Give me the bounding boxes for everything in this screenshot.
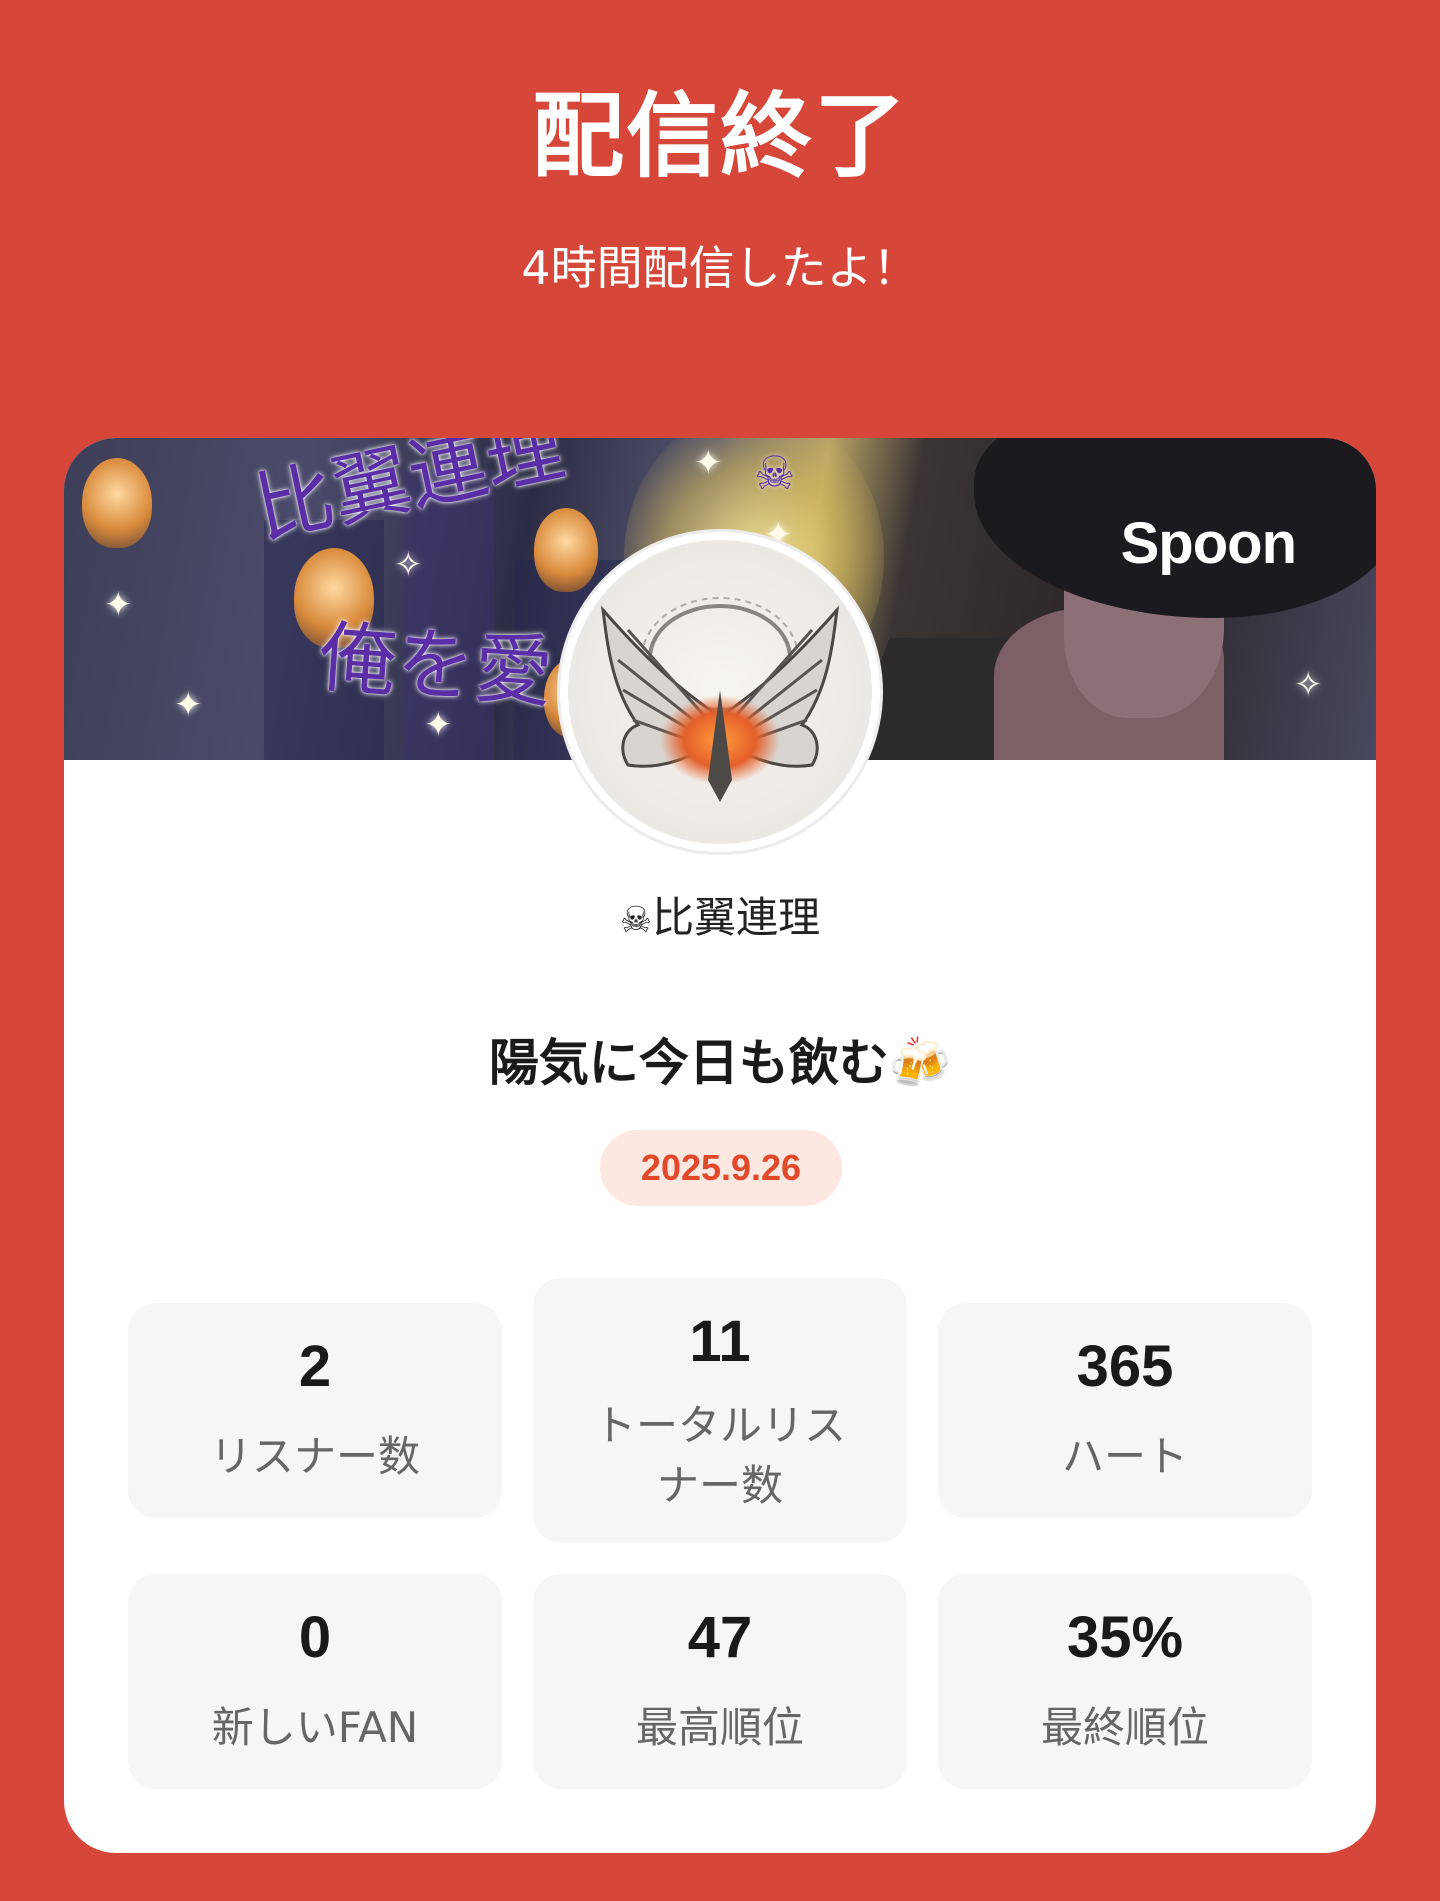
stat-total-listeners: 11 トータルリスナー数 — [533, 1278, 907, 1543]
stat-label: 最終順位 — [1040, 1703, 1209, 1752]
stat-new-fans: 0 新しいFAN — [128, 1574, 502, 1789]
skull-wings-icon: ☠ — [619, 900, 653, 941]
stat-value: 11 — [689, 1309, 751, 1374]
summary-card: ✦ ✦ ✧ ✦ ✦ ✦ ✧ 比翼連理 俺を愛 ☠ Spoon ☠比翼連理 陽気に… — [64, 438, 1376, 1853]
stat-value: 0 — [298, 1605, 332, 1670]
stat-value: 35% — [1066, 1605, 1184, 1670]
date-badge: 2025.9.26 — [600, 1130, 842, 1206]
username-text: 比翼連理 — [652, 893, 821, 942]
winged-halo-icon — [600, 597, 840, 802]
stream-ended-screen: 配信終了 4時間配信したよ！ ✦ ✦ ✧ ✦ ✦ ✦ ✧ 比翼連理 俺を愛 ☠ — [0, 0, 1440, 1901]
stat-label: ハート — [1061, 1432, 1188, 1481]
stat-value: 47 — [687, 1605, 753, 1670]
stat-value: 365 — [1076, 1334, 1174, 1399]
stat-value: 2 — [298, 1334, 332, 1399]
stat-label: 最高順位 — [635, 1703, 804, 1752]
wing-skull-icon: ☠ — [754, 446, 796, 500]
avatar[interactable] — [560, 532, 880, 852]
stat-hearts: 365 ハート — [938, 1303, 1312, 1518]
stat-label: トータルリスナー数 — [593, 1401, 846, 1510]
spoon-logo: Spoon — [1120, 511, 1297, 576]
stream-title: 陽気に今日も飲む🍻 — [488, 1034, 952, 1092]
stat-label: リスナー数 — [209, 1432, 420, 1481]
duration-message: 4時間配信したよ！ — [521, 241, 919, 295]
page-title: 配信終了 — [531, 83, 908, 190]
stat-label: 新しいFAN — [211, 1703, 419, 1752]
stat-final-rank: 35% 最終順位 — [938, 1574, 1312, 1789]
stat-highest-rank: 47 最高順位 — [533, 1574, 907, 1789]
stat-listeners: 2 リスナー数 — [128, 1303, 502, 1518]
username[interactable]: ☠比翼連理 — [64, 884, 1376, 945]
banner-subtitle-text: 俺を愛 — [315, 612, 556, 720]
